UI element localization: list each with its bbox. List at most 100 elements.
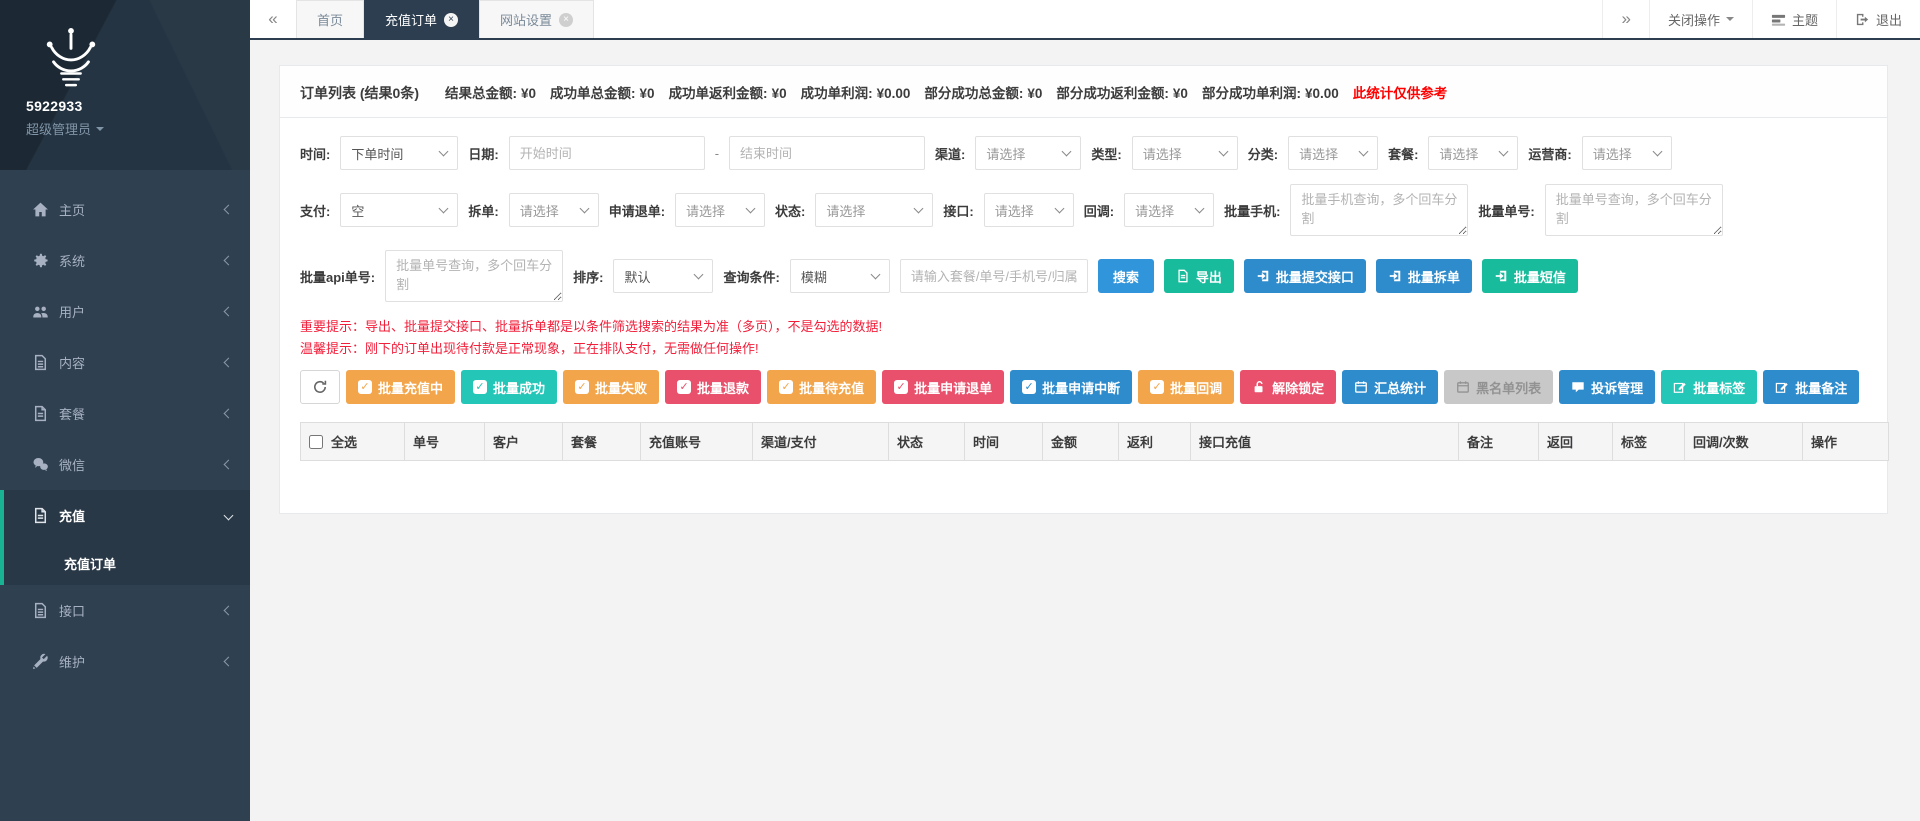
- filter-row-3: 批量api单号: 排序: 默认 查询条件: 模糊 搜索 导出: [300, 250, 1867, 302]
- tab-home[interactable]: 首页: [296, 0, 364, 38]
- col-remark: 备注: [1459, 423, 1539, 461]
- query-mode-select[interactable]: 模糊: [790, 259, 890, 293]
- chevron-down-icon: [96, 127, 104, 131]
- checkbox-icon: ✓: [1022, 380, 1036, 394]
- batch-phone-textarea[interactable]: [1290, 184, 1468, 236]
- col-status: 状态: [889, 423, 965, 461]
- theme-button[interactable]: 主题: [1752, 0, 1836, 38]
- col-rebate: 返利: [1119, 423, 1191, 461]
- user-id: 5922933: [26, 98, 250, 114]
- batch-callback-button[interactable]: ✓批量回调: [1138, 370, 1234, 404]
- split-select[interactable]: 请选择: [509, 193, 599, 227]
- complaint-manage-button[interactable]: 投诉管理: [1559, 370, 1655, 404]
- status-select[interactable]: 请选择: [815, 193, 933, 227]
- chevron-left-icon: [224, 657, 234, 667]
- orders-table: 全选 单号 客户 套餐 充值账号 渠道/支付 状态 时间 金额: [300, 422, 1889, 461]
- sidebar-item-api[interactable]: 接口: [0, 585, 250, 636]
- batch-sms-button[interactable]: 批量短信: [1482, 259, 1578, 293]
- batch-api-label: 批量api单号:: [300, 267, 375, 286]
- batch-apply-interrupt-button[interactable]: ✓批量申请中断: [1010, 370, 1132, 404]
- comment-icon: [1571, 380, 1585, 394]
- type-select[interactable]: 请选择: [1132, 136, 1238, 170]
- unlock-button[interactable]: 解除锁定: [1240, 370, 1336, 404]
- summary-stats-button[interactable]: 汇总统计: [1342, 370, 1438, 404]
- logout-button[interactable]: 退出: [1836, 0, 1920, 38]
- callback-select[interactable]: 请选择: [1124, 193, 1214, 227]
- chevron-left-icon: [224, 606, 234, 616]
- edit-icon: [1775, 380, 1789, 394]
- sidebar-subitem-recharge-orders[interactable]: 充值订单: [4, 541, 250, 585]
- col-api-recharge: 接口充值: [1191, 423, 1459, 461]
- batch-recharging-button[interactable]: ✓批量充值中: [346, 370, 455, 404]
- api-select[interactable]: 请选择: [984, 193, 1074, 227]
- callback-filter-label: 回调:: [1084, 201, 1114, 220]
- chevron-down-icon: [1499, 147, 1509, 157]
- checkbox-icon: ✓: [473, 380, 487, 394]
- batch-remark-button[interactable]: 批量备注: [1763, 370, 1859, 404]
- sidebar-item-content[interactable]: 内容: [0, 337, 250, 388]
- sidebar-group-recharge: 充值 充值订单: [0, 490, 250, 585]
- calendar-icon: [1456, 380, 1470, 394]
- batch-success-button[interactable]: ✓批量成功: [461, 370, 557, 404]
- home-icon: [32, 201, 49, 218]
- keyword-search-input[interactable]: [900, 259, 1088, 293]
- sidebar-item-label: 微信: [59, 455, 225, 474]
- channel-select[interactable]: 请选择: [975, 136, 1081, 170]
- sort-select[interactable]: 默认: [613, 259, 713, 293]
- sidebar-item-maintain[interactable]: 维护: [0, 636, 250, 687]
- close-icon[interactable]: ×: [444, 13, 458, 27]
- end-date-input[interactable]: [729, 136, 925, 170]
- package-filter-label: 套餐:: [1388, 144, 1418, 163]
- user-role-dropdown[interactable]: 超级管理员: [26, 119, 250, 138]
- package-select[interactable]: 请选择: [1428, 136, 1518, 170]
- batch-refund-button[interactable]: ✓批量退款: [665, 370, 761, 404]
- sidebar-item-label: 维护: [59, 652, 225, 671]
- pay-select[interactable]: 空: [340, 193, 458, 227]
- operator-select[interactable]: 请选择: [1582, 136, 1672, 170]
- batch-api-textarea[interactable]: [385, 250, 563, 302]
- batch-fail-button[interactable]: ✓批量失败: [563, 370, 659, 404]
- tab-site-settings[interactable]: 网站设置 ×: [479, 0, 594, 38]
- refund-select[interactable]: 请选择: [675, 193, 765, 227]
- collapse-tabs-right-icon[interactable]: »: [1602, 0, 1648, 38]
- batch-submit-api-button[interactable]: 批量提交接口: [1244, 259, 1366, 293]
- select-all-checkbox[interactable]: [309, 435, 323, 449]
- blacklist-button[interactable]: 黑名单列表: [1444, 370, 1553, 404]
- sidebar-item-package[interactable]: 套餐: [0, 388, 250, 439]
- collapse-tabs-left-icon[interactable]: «: [250, 0, 296, 38]
- users-icon: [32, 303, 49, 320]
- sidebar-nav: 主页 系统 用户 内容 套餐: [0, 170, 250, 687]
- sidebar-item-system[interactable]: 系统: [0, 235, 250, 286]
- export-button[interactable]: 导出: [1164, 259, 1234, 293]
- sidebar-item-home[interactable]: 主页: [0, 184, 250, 235]
- batch-tag-button[interactable]: 批量标签: [1661, 370, 1757, 404]
- col-order-no: 单号: [405, 423, 485, 461]
- batch-apply-refund-button[interactable]: ✓批量申请退单: [882, 370, 1004, 404]
- batch-split-button[interactable]: 批量拆单: [1376, 259, 1472, 293]
- close-icon[interactable]: ×: [559, 13, 573, 27]
- start-date-input[interactable]: [509, 136, 705, 170]
- checkbox-icon: ✓: [358, 380, 372, 394]
- sidebar-item-label: 内容: [59, 353, 225, 372]
- sidebar-item-users[interactable]: 用户: [0, 286, 250, 337]
- search-button[interactable]: 搜索: [1098, 259, 1154, 293]
- tab-recharge-orders[interactable]: 充值订单 ×: [364, 0, 479, 38]
- refresh-button[interactable]: [300, 370, 340, 404]
- date-range-separator: -: [715, 146, 719, 161]
- orders-panel: 订单列表 (结果0条) 结果总金额:¥0 成功单总金额:¥0 成功单返利金额:¥…: [279, 65, 1888, 514]
- category-select[interactable]: 请选择: [1288, 136, 1378, 170]
- time-type-select[interactable]: 下单时间: [340, 136, 458, 170]
- time-filter-label: 时间:: [300, 144, 330, 163]
- checkbox-icon: ✓: [677, 380, 691, 394]
- batch-pending-button[interactable]: ✓批量待充值: [767, 370, 876, 404]
- checkbox-icon: ✓: [894, 380, 908, 394]
- warning-tip: 温馨提示：刚下的订单出现待付款是正常现象，正在排队支付，无需做任何操作!: [300, 338, 1867, 360]
- close-operations-dropdown[interactable]: 关闭操作: [1649, 0, 1752, 38]
- tab-label: 首页: [317, 10, 343, 29]
- batch-order-textarea[interactable]: [1545, 184, 1723, 236]
- stat-success-profit: 成功单利润:¥0.00: [801, 82, 911, 102]
- topbar-actions: » 关闭操作 主题 退出: [1602, 0, 1920, 38]
- sidebar-item-recharge[interactable]: 充值: [4, 490, 250, 541]
- sidebar-item-wechat[interactable]: 微信: [0, 439, 250, 490]
- warnings: 重要提示：导出、批量提交接口、批量拆单都是以条件筛选搜索的结果为准（多页），不是…: [300, 316, 1867, 360]
